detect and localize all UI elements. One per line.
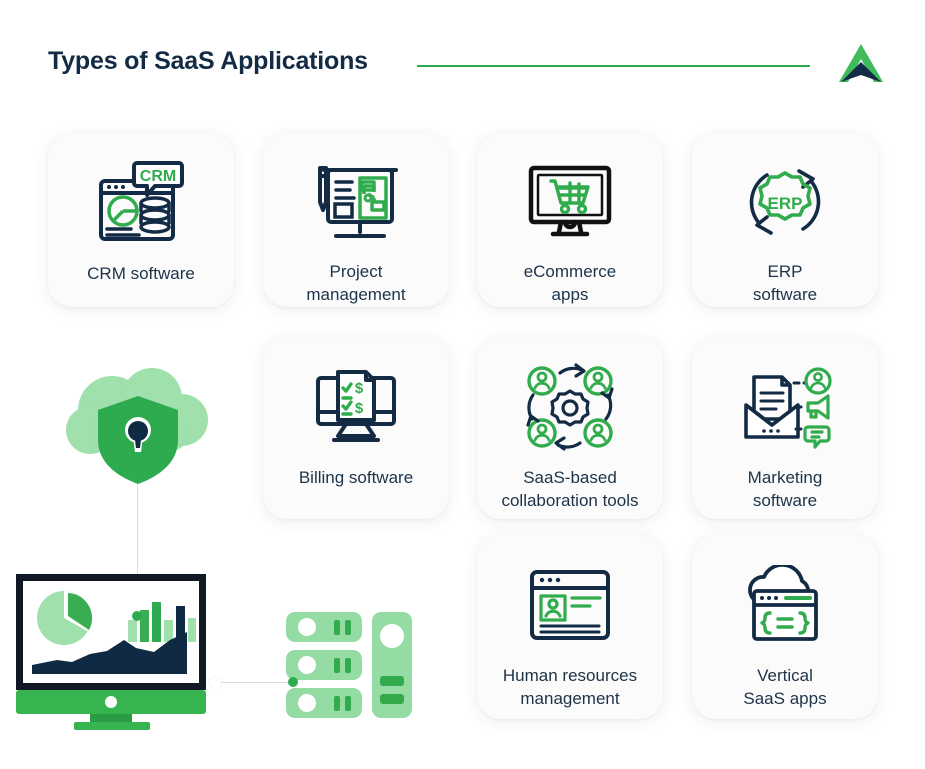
card-label: Marketing software (747, 468, 823, 510)
card-label: Vertical SaaS apps (743, 666, 827, 708)
card-label: Human resources management (502, 666, 638, 708)
card-saas-collaboration[interactable]: SaaS-based collaboration tools (477, 337, 663, 519)
analytics-monitor-icon (12, 570, 222, 730)
connector-dot-monitor-top (132, 611, 142, 621)
brand-arrow-logo (838, 42, 884, 84)
email-campaign-icon (735, 361, 835, 453)
erp-badge-text: ERP (768, 194, 803, 213)
monitor-invoice-icon: $ $ (306, 361, 406, 453)
card-label: Project management (306, 262, 406, 305)
header: Types of SaaS Applications (0, 0, 925, 110)
server-rack-icon (282, 610, 422, 725)
erp-gear-cycle-icon: ERP (735, 157, 835, 247)
card-label: SaaS-based collaboration tools (501, 468, 639, 510)
card-label: ERP software (752, 262, 818, 305)
cloud-code-window-icon (735, 559, 835, 651)
team-gear-cycle-icon (520, 361, 620, 453)
infographic-page: Types of SaaS Applications CRM CRM softw… (0, 0, 925, 769)
card-ecommerce-apps[interactable]: eCommerce apps (477, 133, 663, 307)
svg-text:$: $ (355, 400, 364, 417)
card-project-management[interactable]: Project management (263, 133, 449, 307)
card-label: Billing software (298, 468, 414, 487)
monitor-cart-icon (520, 157, 620, 247)
title-divider (417, 65, 810, 67)
card-crm-software[interactable]: CRM CRM software (48, 133, 234, 307)
card-label: CRM software (87, 264, 195, 283)
card-label: eCommerce apps (523, 262, 617, 305)
card-billing-software[interactable]: $ $ Billing software (263, 337, 449, 519)
connector-dot-monitor-right (210, 677, 221, 688)
crm-window-icon: CRM (91, 157, 191, 249)
card-vertical-saas-apps[interactable]: Vertical SaaS apps (692, 535, 878, 719)
presentation-board-icon (306, 157, 406, 247)
cloud-shield-lock-icon (60, 368, 220, 493)
crm-badge-text: CRM (140, 168, 176, 185)
card-marketing-software[interactable]: Marketing software (692, 337, 878, 519)
profile-window-icon (520, 559, 620, 651)
svg-text:$: $ (355, 380, 364, 397)
connector-dot-server (288, 677, 298, 687)
card-erp-software[interactable]: ERP ERP software (692, 133, 878, 307)
page-title: Types of SaaS Applications (48, 47, 368, 75)
card-human-resources[interactable]: Human resources management (477, 535, 663, 719)
